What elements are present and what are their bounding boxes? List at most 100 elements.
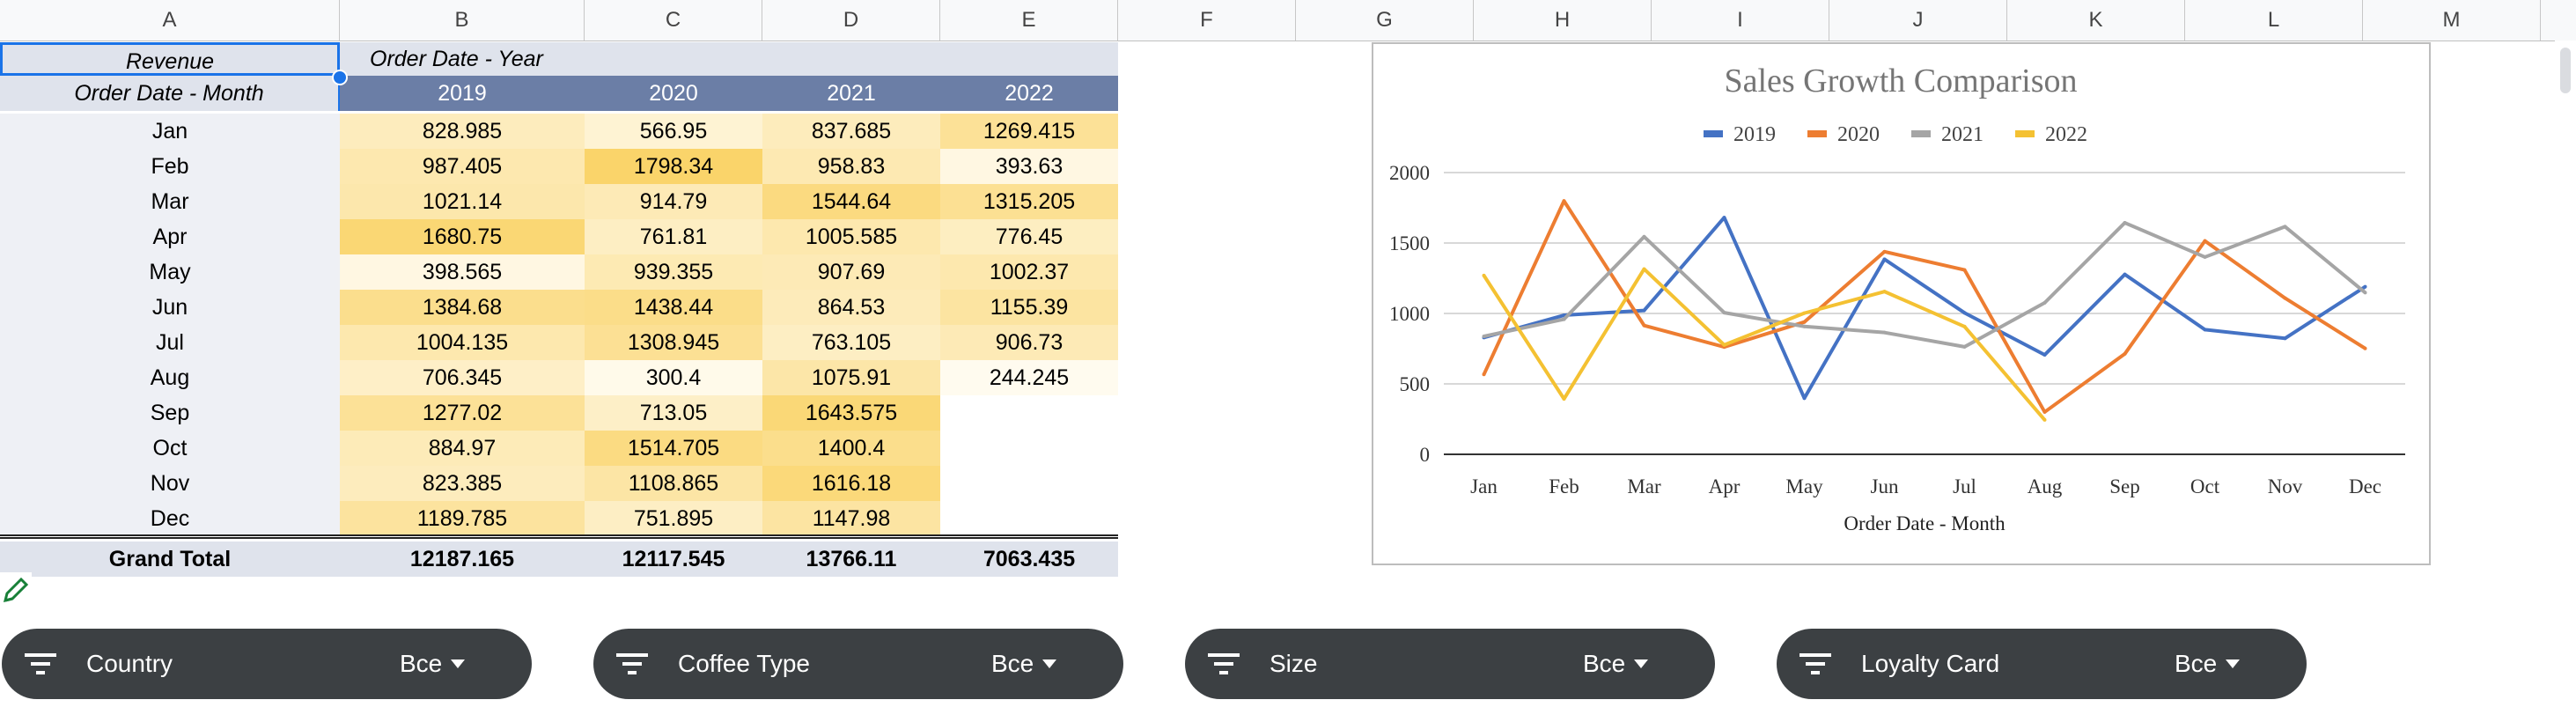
data-point[interactable] — [2363, 284, 2367, 289]
data-point[interactable] — [1962, 324, 1967, 328]
column-header-a[interactable]: A — [0, 0, 340, 41]
pivot-value-cell[interactable]: 1075.91 — [762, 360, 940, 395]
data-point[interactable] — [1482, 334, 1486, 338]
pivot-year-header[interactable]: 2021 — [762, 76, 940, 111]
data-point[interactable] — [2203, 239, 2207, 243]
pivot-row-field-label[interactable]: Order Date - Month — [0, 76, 340, 111]
legend-item-2021[interactable]: 2021 — [1911, 123, 1984, 146]
chevron-down-icon[interactable] — [1042, 659, 1056, 668]
pivot-month-label[interactable]: Dec — [0, 501, 340, 536]
data-point[interactable] — [1562, 317, 1566, 321]
pivot-year-header[interactable]: 2020 — [585, 76, 762, 111]
data-point[interactable] — [1642, 308, 1646, 313]
column-header-j[interactable]: J — [1829, 0, 2007, 41]
data-point[interactable] — [1962, 268, 1967, 272]
pivot-value-cell[interactable]: 1384.68 — [340, 290, 585, 325]
filter-chip-size[interactable]: Size Все — [1185, 629, 1715, 699]
pivot-value-cell[interactable]: 566.95 — [585, 114, 762, 149]
column-header-m[interactable]: M — [2363, 0, 2541, 41]
selection-fill-handle[interactable] — [332, 70, 348, 85]
pivot-value-cell[interactable]: 706.345 — [340, 360, 585, 395]
data-point[interactable] — [2123, 221, 2127, 225]
pivot-year-header[interactable]: 2022 — [940, 76, 1118, 111]
filter-value[interactable]: Все — [2175, 629, 2217, 699]
data-point[interactable] — [1882, 290, 1887, 294]
pivot-month-label[interactable]: May — [0, 254, 340, 290]
data-point[interactable] — [1802, 396, 1807, 401]
data-point[interactable] — [2123, 351, 2127, 356]
pivot-month-label[interactable]: Mar — [0, 184, 340, 219]
filter-chip-coffee-type[interactable]: Coffee Type Все — [593, 629, 1123, 699]
chevron-down-icon[interactable] — [1634, 659, 1648, 668]
pivot-month-label[interactable]: Jan — [0, 114, 340, 149]
data-point[interactable] — [1482, 273, 1486, 277]
pivot-value-cell[interactable]: 1308.945 — [585, 325, 762, 360]
pivot-value-cell[interactable]: 300.4 — [585, 360, 762, 395]
pivot-value-cell[interactable]: 864.53 — [762, 290, 940, 325]
scrollbar-thumb[interactable] — [2560, 48, 2571, 93]
edit-pencil-icon[interactable] — [0, 572, 32, 608]
pivot-value-cell[interactable]: 906.73 — [940, 325, 1118, 360]
data-point[interactable] — [2123, 272, 2127, 276]
column-header-l[interactable]: L — [2185, 0, 2363, 41]
data-point[interactable] — [2203, 328, 2207, 332]
pivot-value-cell[interactable]: 1108.865 — [585, 466, 762, 501]
column-header-e[interactable]: E — [940, 0, 1118, 41]
data-point[interactable] — [1722, 343, 1726, 347]
pivot-value-cell[interactable]: 1315.205 — [940, 184, 1118, 219]
data-point[interactable] — [2363, 291, 2367, 295]
pivot-value-cell[interactable]: 398.565 — [340, 254, 585, 290]
pivot-month-label[interactable]: Aug — [0, 360, 340, 395]
pivot-value-cell[interactable]: 1021.14 — [340, 184, 585, 219]
pivot-month-label[interactable]: Sep — [0, 395, 340, 431]
data-point[interactable] — [1722, 216, 1726, 220]
pivot-value-cell[interactable]: 393.63 — [940, 149, 1118, 184]
pivot-value-cell[interactable]: 939.355 — [585, 254, 762, 290]
data-point[interactable] — [2283, 225, 2287, 229]
pivot-value-cell[interactable] — [940, 395, 1118, 431]
sales-growth-chart[interactable]: Sales Growth Comparison 2019 2020 2021 2022 0… — [1372, 42, 2431, 565]
pivot-value-cell[interactable]: 1147.98 — [762, 501, 940, 536]
chevron-down-icon[interactable] — [2226, 659, 2240, 668]
pivot-month-label[interactable]: Jun — [0, 290, 340, 325]
pivot-value-cell[interactable]: 1189.785 — [340, 501, 585, 536]
pivot-column-field-label[interactable]: Order Date - Year — [340, 42, 1118, 76]
column-header-b[interactable]: B — [340, 0, 585, 41]
data-point[interactable] — [1882, 249, 1887, 254]
pivot-value-cell[interactable]: 713.05 — [585, 395, 762, 431]
pivot-value-cell[interactable]: 1680.75 — [340, 219, 585, 254]
data-point[interactable] — [1562, 199, 1566, 203]
pivot-month-label[interactable]: Nov — [0, 466, 340, 501]
pivot-value-cell[interactable] — [940, 431, 1118, 466]
pivot-value-cell[interactable]: 763.105 — [762, 325, 940, 360]
pivot-value-cell[interactable]: 1269.415 — [940, 114, 1118, 149]
data-point[interactable] — [1962, 311, 1967, 315]
pivot-value-cell[interactable] — [940, 466, 1118, 501]
filter-chip-country[interactable]: Country Все — [2, 629, 532, 699]
pivot-value-cell[interactable]: 1616.18 — [762, 466, 940, 501]
data-point[interactable] — [1882, 257, 1887, 262]
pivot-values-label[interactable]: Revenue — [0, 42, 340, 76]
pivot-value-cell[interactable]: 1002.37 — [940, 254, 1118, 290]
filter-value[interactable]: Все — [400, 629, 442, 699]
chevron-down-icon[interactable] — [451, 659, 465, 668]
pivot-value-cell[interactable]: 914.79 — [585, 184, 762, 219]
pivot-value-cell[interactable]: 1005.585 — [762, 219, 940, 254]
pivot-value-cell[interactable]: 884.97 — [340, 431, 585, 466]
grand-total-label[interactable]: Grand Total — [0, 542, 340, 577]
pivot-value-cell[interactable]: 761.81 — [585, 219, 762, 254]
pivot-month-label[interactable]: Oct — [0, 431, 340, 466]
pivot-value-cell[interactable] — [940, 501, 1118, 536]
data-point[interactable] — [1642, 234, 1646, 239]
pivot-value-cell[interactable]: 776.45 — [940, 219, 1118, 254]
legend-item-2020[interactable]: 2020 — [1807, 123, 1880, 146]
data-point[interactable] — [1802, 324, 1807, 328]
pivot-month-label[interactable]: Apr — [0, 219, 340, 254]
grand-total-value[interactable]: 7063.435 — [940, 542, 1118, 577]
column-header-g[interactable]: G — [1296, 0, 1474, 41]
data-point[interactable] — [1642, 323, 1646, 328]
pivot-month-label[interactable]: Feb — [0, 149, 340, 184]
filter-chip-loyalty-card[interactable]: Loyalty Card Все — [1777, 629, 2307, 699]
pivot-value-cell[interactable]: 987.405 — [340, 149, 585, 184]
column-header-f[interactable]: F — [1118, 0, 1296, 41]
